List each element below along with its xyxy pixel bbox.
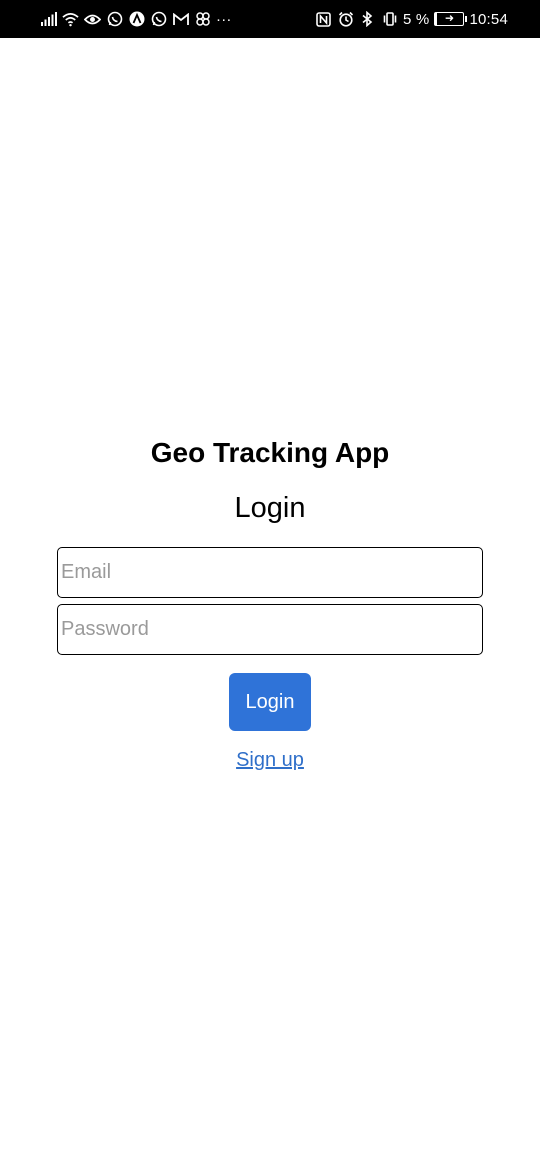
clock: 10:54 xyxy=(469,10,508,28)
vibrate-icon xyxy=(381,11,398,28)
login-screen: Geo Tracking App Login Login Sign up xyxy=(0,38,540,1170)
charging-icon: ➜ xyxy=(444,12,455,25)
status-bar-right: 5 % ➜ 10:54 xyxy=(315,11,508,28)
battery-icon: ➜ xyxy=(434,12,468,26)
whatsapp-icon xyxy=(106,11,123,28)
app-a-icon xyxy=(128,11,145,28)
pinwheel-icon xyxy=(194,11,211,28)
signup-link[interactable]: Sign up xyxy=(0,749,540,772)
more-icon: ··· xyxy=(216,10,232,28)
status-bar: ··· 5 % ➜ 10:54 xyxy=(0,0,540,38)
alarm-icon xyxy=(337,11,354,28)
battery-percent: 5 % xyxy=(403,10,430,28)
email-input[interactable] xyxy=(57,547,483,598)
page-title: Login xyxy=(234,492,306,524)
password-input[interactable] xyxy=(57,604,483,655)
app-title: Geo Tracking App xyxy=(150,437,390,468)
login-button[interactable]: Login xyxy=(229,673,311,731)
battery-fill xyxy=(435,13,437,25)
nfc-icon xyxy=(315,11,332,28)
signal-icon xyxy=(40,11,57,28)
wifi-icon xyxy=(62,11,79,28)
status-bar-left: ··· xyxy=(40,11,232,28)
gmail-icon xyxy=(172,11,189,28)
bluetooth-icon xyxy=(359,11,376,28)
whatsapp-icon xyxy=(150,11,167,28)
eye-icon xyxy=(84,11,101,28)
